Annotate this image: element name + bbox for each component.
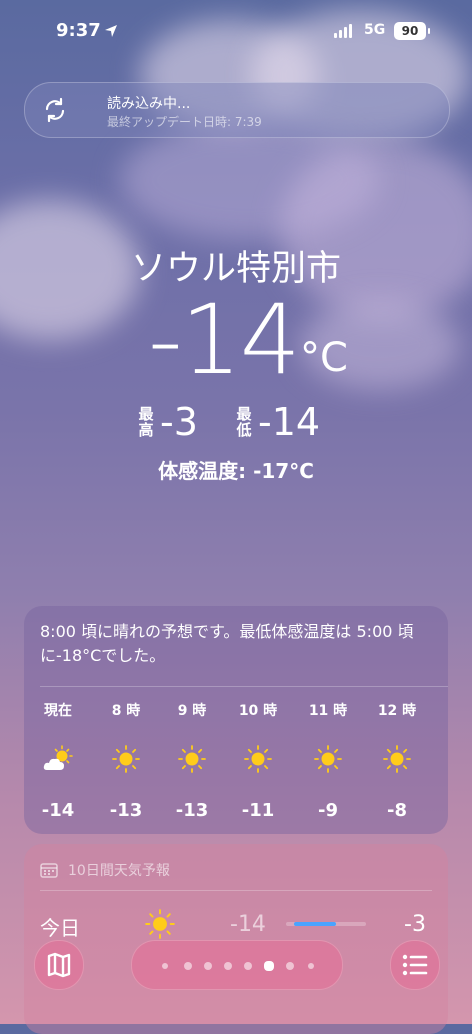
hour-label: 8 時: [111, 703, 141, 719]
hour-temp: -8: [387, 800, 407, 821]
hour-temp: -13: [109, 800, 143, 821]
calendar-icon: [40, 863, 58, 878]
hour-temp: -13: [175, 800, 209, 821]
partly-cloudy-icon: [43, 745, 73, 770]
hour-label: 現在: [44, 703, 72, 719]
status-time: 9:37: [56, 20, 101, 41]
low-value: -14: [258, 400, 321, 444]
page-dot[interactable]: [162, 963, 168, 969]
cellular-signal-icon: [334, 24, 352, 38]
low-label: 最低: [236, 405, 252, 439]
page-dot[interactable]: [224, 962, 232, 970]
battery-icon: 90: [394, 22, 430, 40]
hourly-list[interactable]: 現在 -14 8 時 -13 9 時 -13 10 時 -11 11 時 -9 …: [24, 696, 448, 826]
hourly-forecast-card[interactable]: 8:00 頃に晴れの予想です。最低体感温度は 5:00 頃に-18°Cでした。 …: [24, 606, 448, 834]
page-dot[interactable]: [308, 963, 314, 969]
map-icon: [47, 952, 71, 978]
refresh-icon: [45, 97, 65, 123]
current-temperature: -14: [148, 284, 301, 396]
hour-label: 9 時: [177, 703, 207, 719]
hour-label: 11 時: [308, 703, 348, 719]
page-dot[interactable]: [204, 962, 212, 970]
page-dot[interactable]: [184, 962, 192, 970]
status-bar: 9:37 5G 90: [0, 0, 472, 60]
high-temperature: 最高 -3: [138, 400, 198, 444]
page-indicator[interactable]: [131, 940, 343, 990]
temperature-range-fill: [294, 922, 336, 926]
divider: [40, 686, 448, 687]
network-type: 5G: [364, 22, 386, 38]
loading-title: 読み込み中...: [107, 96, 191, 112]
list-button[interactable]: [390, 940, 440, 990]
hour-temp: -9: [318, 800, 338, 821]
list-icon: [402, 954, 428, 976]
sun-icon: [178, 745, 206, 773]
hour-label: 12 時: [377, 703, 417, 719]
sun-icon: [314, 745, 342, 773]
hour-label: 10 時: [238, 703, 278, 719]
temperature-range-bar: [286, 922, 366, 926]
last-updated: 最終アップデート日時: 7:39: [107, 115, 262, 129]
feels-like: 体感温度: -17°C: [158, 459, 314, 483]
ten-day-title: 10日間天気予報: [68, 863, 170, 879]
location-arrow-icon: [105, 25, 117, 37]
high-label: 最高: [138, 405, 154, 439]
divider: [40, 890, 432, 891]
hour-temp: -14: [41, 800, 75, 821]
sun-icon: [112, 745, 140, 773]
sun-icon: [244, 745, 272, 773]
map-button[interactable]: [34, 940, 84, 990]
hour-temp: -11: [241, 800, 275, 821]
bottom-toolbar: [0, 932, 472, 1024]
loading-banner: 読み込み中... 最終アップデート日時: 7:39: [24, 82, 450, 138]
sun-icon: [383, 745, 411, 773]
page-dot-active[interactable]: [264, 961, 274, 971]
hourly-summary: 8:00 頃に晴れの予想です。最低体感温度は 5:00 頃に-18°Cでした。: [40, 622, 414, 665]
high-value: -3: [160, 400, 198, 444]
page-dot[interactable]: [286, 962, 294, 970]
temperature-unit: °C: [300, 335, 348, 381]
page-dot[interactable]: [244, 962, 252, 970]
low-temperature: 最低 -14: [236, 400, 320, 444]
